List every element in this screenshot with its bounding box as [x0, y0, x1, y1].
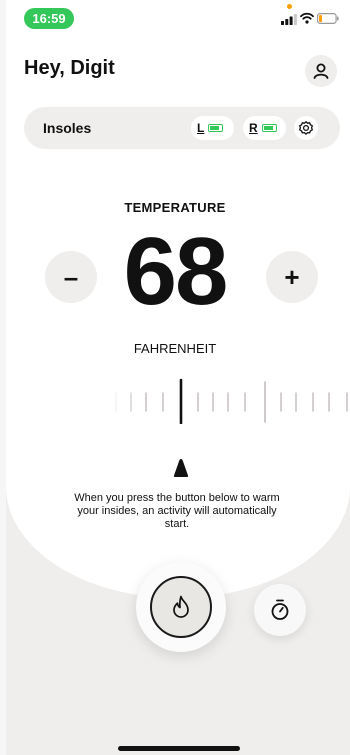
insoles-label: Insoles: [43, 120, 92, 136]
person-icon: [313, 63, 329, 79]
status-time: 16:59: [24, 8, 74, 29]
right-insole-label: R: [249, 121, 258, 135]
insoles-status-bar[interactable]: Insoles L R: [24, 107, 340, 149]
insoles-settings-button[interactable]: [294, 116, 318, 140]
greeting-title: Hey, Digit: [24, 57, 115, 79]
profile-button[interactable]: [305, 55, 337, 87]
left-battery-icon: [208, 124, 224, 132]
flame-icon: [173, 595, 189, 618]
privacy-indicator-dot: [287, 4, 292, 9]
activity-info-text: When you press the button below to warm …: [74, 492, 280, 530]
temperature-title: TEMPERATURE: [124, 200, 226, 215]
battery-icon: [317, 13, 339, 24]
temperature-unit: FAHRENHEIT: [133, 341, 217, 356]
heat-button[interactable]: [150, 576, 212, 638]
left-insole-status[interactable]: L: [191, 116, 234, 140]
home-indicator[interactable]: [118, 746, 240, 751]
timer-button[interactable]: [254, 584, 306, 636]
temperature-dial[interactable]: [110, 378, 350, 424]
right-insole-status[interactable]: R: [243, 116, 286, 140]
wifi-icon: [300, 12, 314, 24]
dial-pointer-icon: [173, 459, 189, 477]
right-battery-icon: [261, 124, 277, 132]
left-insole-label: L: [197, 121, 205, 135]
gear-icon: [299, 121, 313, 135]
increase-temperature-button[interactable]: +: [266, 251, 318, 303]
signal-icon: [281, 14, 297, 25]
stopwatch-icon: [271, 599, 289, 620]
screen-edge: [0, 0, 6, 755]
